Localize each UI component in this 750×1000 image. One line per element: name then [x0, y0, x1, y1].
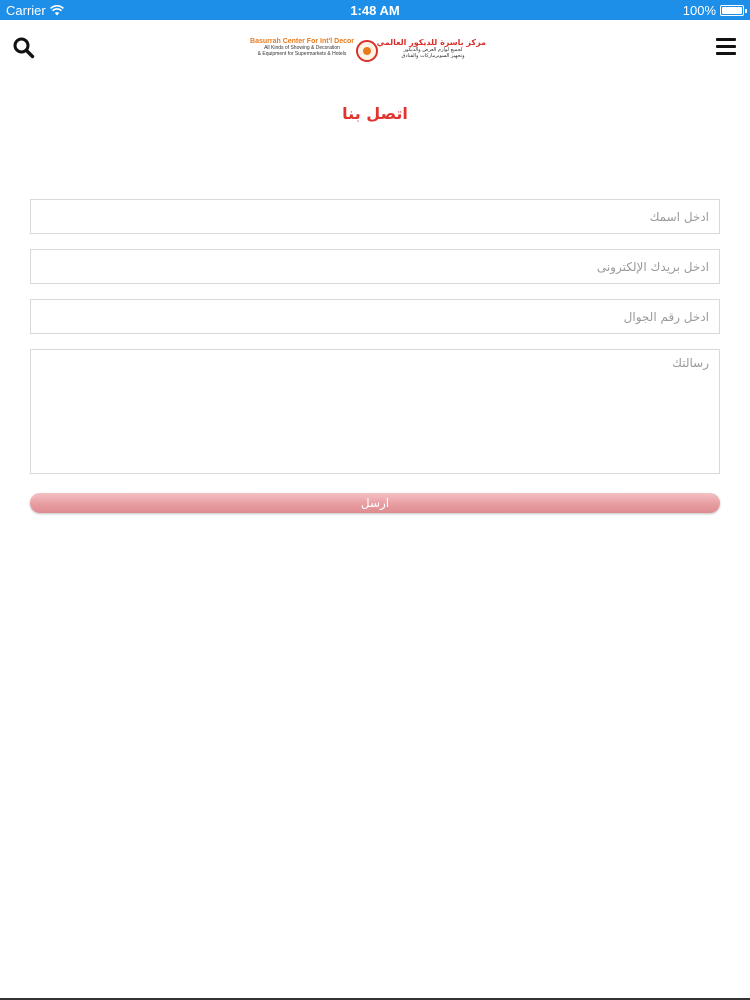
phone-input[interactable]	[30, 299, 720, 334]
message-textarea[interactable]	[30, 349, 720, 474]
brand-logo[interactable]: Basurrah Center For Int'l Decor All Kind…	[250, 38, 486, 66]
search-button[interactable]	[12, 36, 36, 60]
logo-english: Basurrah Center For Int'l Decor All Kind…	[250, 38, 354, 57]
menu-button[interactable]	[716, 38, 736, 56]
logo-arabic-subtitle-2: وتجهيز السوبرماركات والفنادق	[401, 53, 465, 59]
email-input[interactable]	[30, 249, 720, 284]
hamburger-menu-icon	[716, 38, 736, 55]
battery-icon	[720, 5, 747, 16]
status-time: 1:48 AM	[350, 3, 400, 18]
logo-english-title: Basurrah Center For Int'l Decor	[250, 38, 354, 45]
submit-button[interactable]: ارسل	[30, 493, 720, 513]
logo-emblem-icon	[356, 40, 378, 62]
search-icon	[13, 37, 35, 59]
logo-english-subtitle-2: & Equipment for Supermarkets & Hotels	[257, 51, 347, 57]
status-right: 100%	[682, 3, 747, 18]
logo-arabic-title: مركز باسرة للديكور العالمي	[376, 38, 486, 47]
page-title: اتصل بنا	[342, 104, 408, 123]
battery-percent: 100%	[682, 3, 716, 18]
status-bar: Carrier 1:48 AM 100%	[0, 0, 750, 20]
logo-arabic: مركز باسرة للديكور العالمي لجميع لوازم ا…	[376, 38, 486, 59]
name-input[interactable]	[30, 199, 720, 234]
top-nav: Basurrah Center For Int'l Decor All Kind…	[0, 20, 750, 80]
